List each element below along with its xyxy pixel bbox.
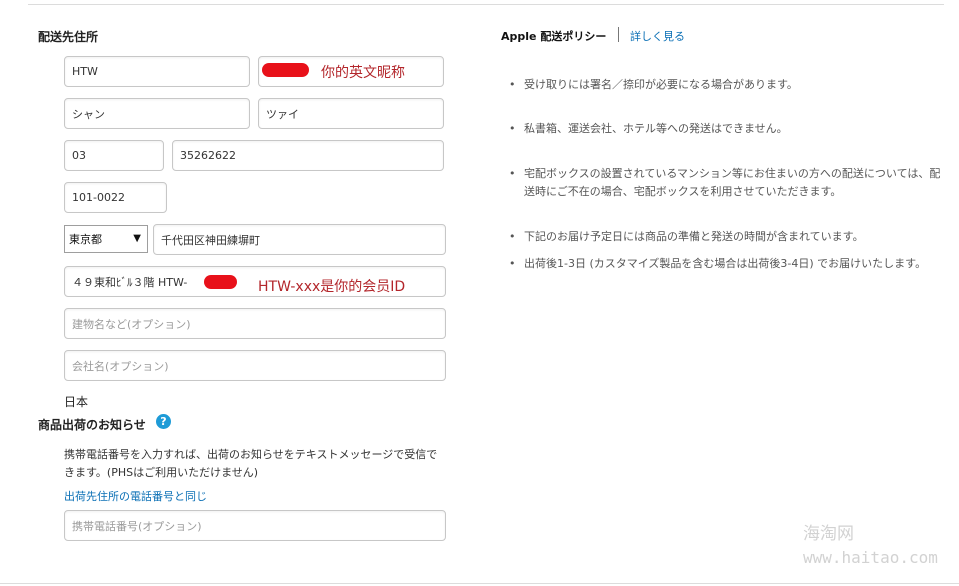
first-name-kana-input[interactable]: ツァイ <box>258 98 444 129</box>
notification-description-line1: 携帯電話番号を入力すれば、出荷のお知らせをテキストメッセージで受信で <box>64 448 438 461</box>
watermark-logo-text: 海淘网 <box>803 524 854 544</box>
country-label: 日本 <box>64 395 89 409</box>
policy-separator <box>618 27 619 42</box>
bullet-icon: • <box>509 230 516 243</box>
street-address-value: ４９東和ﾋﾞﾙ３階 HTW- <box>72 275 188 289</box>
help-icon[interactable]: ? <box>156 414 171 429</box>
redaction-mark <box>262 63 309 77</box>
watermark-url: www.haitao.com <box>803 548 938 567</box>
policy-title: Apple 配送ポリシー <box>501 30 607 43</box>
dropdown-arrow-icon: ▼ <box>133 233 141 244</box>
shipping-address-heading: 配送先住所 <box>38 30 99 44</box>
mobile-phone-input[interactable]: 携帯電話番号(オプション) <box>64 510 446 541</box>
member-id-annotation: HTW-xxx是你的会员ID <box>258 279 406 295</box>
top-divider <box>28 4 944 5</box>
building-input[interactable]: 建物名など(オプション) <box>64 308 446 339</box>
phone-input[interactable]: 35262622 <box>172 140 444 171</box>
postal-code-input[interactable]: 101-0022 <box>64 182 167 213</box>
same-phone-link[interactable]: 出荷先住所の電話番号と同じ <box>64 488 207 504</box>
last-name-kana-input[interactable]: シャン <box>64 98 250 129</box>
bullet-icon: • <box>509 122 516 135</box>
prefecture-select[interactable]: 東京都 ▼ <box>64 225 148 253</box>
company-input[interactable]: 会社名(オプション) <box>64 350 446 381</box>
policy-more-link[interactable]: 詳しく見る <box>630 28 685 44</box>
prefecture-value: 東京都 <box>69 233 102 246</box>
redaction-mark <box>204 275 237 289</box>
notification-description-line2: きます。(PHSはご利用いただけません) <box>64 466 259 479</box>
city-input[interactable]: 千代田区神田練塀町 <box>153 224 446 255</box>
bullet-icon: • <box>509 167 516 180</box>
shipment-notification-heading: 商品出荷のお知らせ <box>38 418 146 432</box>
bullet-icon: • <box>509 78 516 91</box>
bullet-icon: • <box>509 257 516 270</box>
first-name-input[interactable]: HTW <box>64 56 250 87</box>
bottom-divider <box>0 583 959 584</box>
nickname-annotation: 你的英文昵称 <box>321 65 405 81</box>
area-code-input[interactable]: 03 <box>64 140 164 171</box>
